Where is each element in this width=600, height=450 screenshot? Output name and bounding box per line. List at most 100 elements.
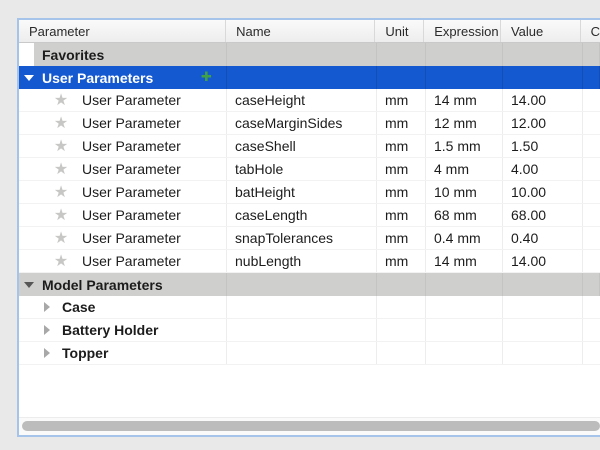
app-background: Parameter Name Unit ExpressionValueC Favori… <box>0 0 600 450</box>
column-header-value[interactable]: Value <box>501 20 581 42</box>
cell-comments <box>583 250 600 272</box>
param-row-nublength[interactable]: ★User Parameter nubLength mm 14 mm 14.00 <box>19 250 600 273</box>
cell-expression <box>426 342 503 364</box>
favorite-star-icon[interactable]: ★ <box>52 138 70 154</box>
cell-name[interactable]: caseMarginSides <box>227 112 377 134</box>
cell-value[interactable]: 14.00 <box>503 89 583 111</box>
value-value: 12.00 <box>511 115 546 131</box>
disclosure-down-icon[interactable] <box>24 75 34 81</box>
section-label: Model Parameters <box>42 277 163 293</box>
disclosure-right-icon[interactable] <box>44 302 50 312</box>
name-value: nubLength <box>235 253 301 269</box>
horizontal-scrollbar[interactable] <box>19 417 600 435</box>
unit-value: mm <box>385 115 408 131</box>
param-type-label: User Parameter <box>82 115 181 131</box>
cell-comments <box>583 342 600 364</box>
section-row-user-parameters[interactable]: User Parameters✚ <box>19 66 600 89</box>
favorite-star-icon[interactable]: ★ <box>52 115 70 131</box>
cell-unit[interactable]: mm <box>377 135 426 157</box>
cell-value[interactable]: 68.00 <box>503 204 583 226</box>
cell-value[interactable]: 10.00 <box>503 181 583 203</box>
cell-expression <box>426 66 503 89</box>
add-parameter-icon[interactable]: ✚ <box>201 66 212 89</box>
unit-value: mm <box>385 92 408 108</box>
cell-expression[interactable]: 14 mm <box>426 250 503 272</box>
cell-name[interactable]: tabHole <box>227 158 377 180</box>
cell-unit <box>377 43 426 66</box>
cell-expression[interactable]: 12 mm <box>426 112 503 134</box>
favorite-star-icon[interactable]: ★ <box>52 230 70 246</box>
column-header-label: Unit <box>385 24 408 39</box>
cell-expression <box>426 273 503 296</box>
cell-value[interactable]: 14.00 <box>503 250 583 272</box>
cell-parameter: Favorites <box>19 43 227 66</box>
favorite-star-icon[interactable]: ★ <box>52 184 70 200</box>
section-row-model-parameters[interactable]: Model Parameters <box>19 273 600 296</box>
column-header-c[interactable]: C <box>581 20 600 42</box>
cell-name <box>227 66 377 89</box>
cell-unit[interactable]: mm <box>377 250 426 272</box>
cell-expression[interactable]: 1.5 mm <box>426 135 503 157</box>
cell-unit[interactable]: mm <box>377 112 426 134</box>
value-value: 14.00 <box>511 92 546 108</box>
cell-expression[interactable]: 10 mm <box>426 181 503 203</box>
cell-value[interactable]: 0.40 <box>503 227 583 249</box>
cell-name <box>227 43 377 66</box>
cell-expression[interactable]: 0.4 mm <box>426 227 503 249</box>
param-row-casemarginsides[interactable]: ★ User Parameter caseMarginSides mm 12 mm 12.… <box>19 112 600 135</box>
cell-expression[interactable]: 4 mm <box>426 158 503 180</box>
param-row-batheight[interactable]: ★User ParameterbatHeightmm10 mm10.00 <box>19 181 600 204</box>
expression-value: 14 mm <box>434 253 477 269</box>
column-header-name[interactable]: Name <box>226 20 375 42</box>
cell-expression[interactable]: 14 mm <box>426 89 503 111</box>
cell-parameter: Topper <box>19 342 227 364</box>
group-row-case[interactable]: Case <box>19 296 600 319</box>
section-row-favorites[interactable]: Favorites <box>19 43 600 66</box>
column-header-expression[interactable]: Expression <box>424 20 501 42</box>
cell-name <box>227 296 377 318</box>
cell-value[interactable]: 4.00 <box>503 158 583 180</box>
cell-unit[interactable]: mm <box>377 158 426 180</box>
cell-comments <box>583 273 600 296</box>
cell-parameter: ★User Parameter <box>19 89 227 111</box>
cell-name[interactable]: caseHeight <box>227 89 377 111</box>
cell-unit[interactable]: mm <box>377 227 426 249</box>
param-row-caselength[interactable]: ★ User Parameter caseLength mm 68 mm68.00 <box>19 204 600 227</box>
horizontal-scrollbar-thumb[interactable] <box>22 421 600 431</box>
cell-name[interactable]: snapTolerances <box>227 227 377 249</box>
param-row-caseheight[interactable]: ★User Parameter caseHeight mm 14 mm 14.00 <box>19 89 600 112</box>
disclosure-right-icon[interactable] <box>44 348 50 358</box>
param-type-label: User Parameter <box>82 161 181 177</box>
param-row-tabhole[interactable]: ★ User Parameter tabHole mm4 mm4.00 <box>19 158 600 181</box>
cell-value[interactable]: 1.50 <box>503 135 583 157</box>
cell-name[interactable]: nubLength <box>227 250 377 272</box>
favorite-star-icon[interactable]: ★ <box>52 92 70 108</box>
name-value: tabHole <box>235 161 283 177</box>
disclosure-down-icon[interactable] <box>24 282 34 288</box>
disclosure-right-icon[interactable] <box>44 325 50 335</box>
cell-value[interactable]: 12.00 <box>503 112 583 134</box>
favorite-star-icon[interactable]: ★ <box>52 253 70 269</box>
cell-parameter: ★User Parameter <box>19 250 227 272</box>
cell-expression[interactable]: 68 mm <box>426 204 503 226</box>
group-row-battery-holder[interactable]: Battery Holder <box>19 319 600 342</box>
cell-unit[interactable]: mm <box>377 89 426 111</box>
group-row-topper[interactable]: Topper <box>19 342 600 365</box>
cell-name[interactable]: caseShell <box>227 135 377 157</box>
cell-name[interactable]: caseLength <box>227 204 377 226</box>
favorite-star-icon[interactable]: ★ <box>52 207 70 223</box>
unit-value: mm <box>385 230 408 246</box>
cell-unit[interactable]: mm <box>377 181 426 203</box>
cell-parameter: Battery Holder <box>19 319 227 341</box>
favorite-star-icon[interactable]: ★ <box>52 161 70 177</box>
cell-unit[interactable]: mm <box>377 204 426 226</box>
unit-value: mm <box>385 207 408 223</box>
param-row-snaptolerances[interactable]: ★User ParametersnapTolerancesmm0.4 mm0.4… <box>19 227 600 250</box>
param-row-caseshell[interactable]: ★User ParametercaseShellmm1.5 mm1.50 <box>19 135 600 158</box>
param-type-label: User Parameter <box>82 207 181 223</box>
column-header-label: Parameter <box>29 24 90 39</box>
column-header-parameter[interactable]: Parameter <box>19 20 226 42</box>
column-header-unit[interactable]: Unit <box>375 20 424 42</box>
name-value: caseHeight <box>235 92 305 108</box>
cell-name[interactable]: batHeight <box>227 181 377 203</box>
